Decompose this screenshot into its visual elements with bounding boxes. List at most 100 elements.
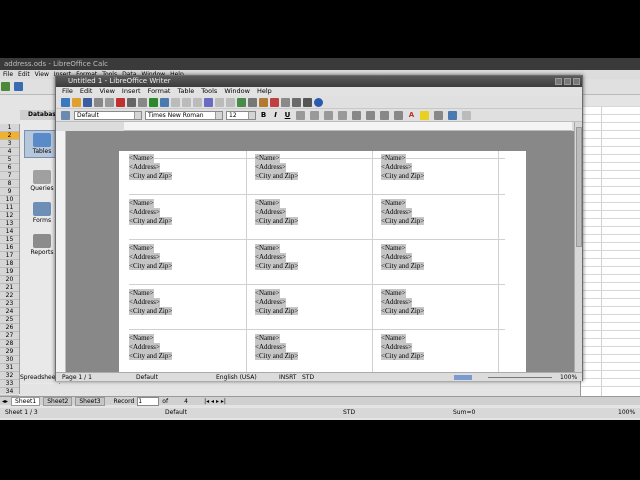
- mail-merge-field-name[interactable]: <Name>: [129, 289, 154, 298]
- row-header[interactable]: 22: [0, 292, 19, 300]
- mail-merge-field-address[interactable]: <Address>: [255, 252, 286, 262]
- calc-menu-view[interactable]: View: [35, 70, 49, 79]
- address-label[interactable]: <Name> <Address> <City and Zip>: [381, 244, 425, 271]
- mail-merge-field-name[interactable]: <Name>: [381, 199, 406, 208]
- mail-merge-field-name[interactable]: <Name>: [255, 244, 280, 253]
- mail-merge-field-city[interactable]: <City and Zip>: [129, 261, 173, 271]
- row-header[interactable]: 21: [0, 284, 19, 292]
- row-header[interactable]: 11: [0, 204, 19, 212]
- font-size-select[interactable]: 12: [226, 110, 256, 120]
- underline-icon[interactable]: U: [283, 111, 292, 120]
- mail-merge-field-city[interactable]: <City and Zip>: [255, 306, 299, 316]
- mail-merge-field-name[interactable]: <Name>: [255, 154, 280, 163]
- new-doc-icon[interactable]: [61, 97, 70, 107]
- row-header[interactable]: 15: [0, 236, 19, 244]
- mail-merge-field-city[interactable]: <City and Zip>: [255, 216, 299, 226]
- nonprinting-icon[interactable]: [303, 97, 312, 107]
- mail-merge-field-city[interactable]: <City and Zip>: [129, 351, 173, 361]
- menu-file[interactable]: File: [62, 87, 73, 96]
- menu-tools[interactable]: Tools: [201, 87, 217, 96]
- row-header[interactable]: 1: [0, 124, 19, 132]
- align-center-icon[interactable]: [310, 110, 319, 120]
- new-icon[interactable]: [1, 82, 10, 91]
- address-label[interactable]: <Name> <Address> <City and Zip>: [255, 334, 299, 361]
- mail-merge-field-address[interactable]: <Address>: [255, 342, 286, 352]
- zoom-slider[interactable]: [488, 377, 552, 378]
- record-input[interactable]: 1: [137, 396, 160, 406]
- row-header[interactable]: 12: [0, 212, 19, 220]
- row-header[interactable]: 20: [0, 276, 19, 284]
- menu-view[interactable]: View: [99, 87, 114, 96]
- row-header[interactable]: 24: [0, 308, 19, 316]
- tab-sheet2[interactable]: Sheet2: [43, 396, 73, 406]
- row-header[interactable]: 3: [0, 140, 19, 148]
- tab-nav-icon[interactable]: ◂▸: [2, 398, 8, 405]
- address-label[interactable]: <Name> <Address> <City and Zip>: [129, 289, 173, 316]
- mail-merge-field-name[interactable]: <Name>: [255, 199, 280, 208]
- clone-icon[interactable]: [204, 97, 213, 107]
- redo-icon[interactable]: [226, 97, 235, 107]
- address-label[interactable]: <Name> <Address> <City and Zip>: [381, 199, 425, 226]
- paste-icon[interactable]: [193, 97, 202, 107]
- mail-merge-field-city[interactable]: <City and Zip>: [129, 171, 173, 181]
- record-nav-icon[interactable]: |◂ ◂ ▸ ▸|: [204, 398, 226, 405]
- tab-sheet3[interactable]: Sheet3: [75, 396, 105, 406]
- row-header[interactable]: 30: [0, 356, 19, 364]
- mail-merge-field-city[interactable]: <City and Zip>: [255, 351, 299, 361]
- background-color-icon[interactable]: [434, 110, 443, 120]
- row-header[interactable]: 6: [0, 164, 19, 172]
- row-header[interactable]: 13: [0, 220, 19, 228]
- status-insert[interactable]: INSRT: [279, 373, 296, 382]
- row-header[interactable]: 28: [0, 340, 19, 348]
- decrease-indent-icon[interactable]: [380, 110, 389, 120]
- address-label[interactable]: <Name> <Address> <City and Zip>: [255, 199, 299, 226]
- datasource-icon[interactable]: [292, 97, 301, 107]
- mail-merge-field-name[interactable]: <Name>: [381, 244, 406, 253]
- row-header[interactable]: 8: [0, 180, 19, 188]
- mail-merge-field-city[interactable]: <City and Zip>: [381, 171, 425, 181]
- edit-icon[interactable]: [105, 97, 114, 107]
- menu-format[interactable]: Format: [148, 87, 171, 96]
- para-left-icon[interactable]: [448, 110, 457, 120]
- autospell-icon[interactable]: [160, 97, 169, 107]
- row-header[interactable]: 27: [0, 332, 19, 340]
- row-header[interactable]: 23: [0, 300, 19, 308]
- row-header[interactable]: 14: [0, 228, 19, 236]
- open-icon[interactable]: [14, 82, 24, 91]
- mail-merge-field-city[interactable]: <City and Zip>: [381, 351, 425, 361]
- pdf-icon[interactable]: [116, 97, 125, 107]
- mail-merge-field-name[interactable]: <Name>: [129, 334, 154, 343]
- styles-icon[interactable]: [61, 110, 70, 120]
- bold-icon[interactable]: B: [259, 111, 268, 120]
- draw-icon[interactable]: [270, 97, 279, 107]
- cut-icon[interactable]: [171, 97, 180, 107]
- mail-merge-field-city[interactable]: <City and Zip>: [381, 306, 425, 316]
- row-header[interactable]: 18: [0, 260, 19, 268]
- row-header[interactable]: 17: [0, 252, 19, 260]
- numbering-icon[interactable]: [352, 110, 361, 120]
- address-label[interactable]: <Name> <Address> <City and Zip>: [255, 289, 299, 316]
- image-icon[interactable]: [259, 97, 268, 107]
- close-icon[interactable]: [573, 78, 580, 85]
- address-label[interactable]: <Name> <Address> <City and Zip>: [381, 334, 425, 361]
- address-label[interactable]: <Name> <Address> <City and Zip>: [381, 154, 425, 181]
- align-left-icon[interactable]: [296, 110, 305, 120]
- mail-merge-field-city[interactable]: <City and Zip>: [381, 216, 425, 226]
- mail-merge-field-address[interactable]: <Address>: [381, 252, 412, 262]
- address-label[interactable]: <Name> <Address> <City and Zip>: [129, 154, 173, 181]
- mail-merge-field-city[interactable]: <City and Zip>: [381, 261, 425, 271]
- row-header[interactable]: 25: [0, 316, 19, 324]
- paragraph-style-select[interactable]: Default: [74, 110, 142, 120]
- mail-merge-field-address[interactable]: <Address>: [129, 252, 160, 262]
- row-header[interactable]: 33: [0, 380, 19, 388]
- address-label[interactable]: <Name> <Address> <City and Zip>: [129, 244, 173, 271]
- mail-merge-field-city[interactable]: <City and Zip>: [129, 306, 173, 316]
- mail-merge-field-address[interactable]: <Address>: [255, 162, 286, 172]
- open-icon[interactable]: [72, 97, 81, 107]
- print-icon[interactable]: [127, 97, 136, 107]
- menu-insert[interactable]: Insert: [122, 87, 141, 96]
- vertical-scrollbar[interactable]: [574, 122, 582, 372]
- font-name-select[interactable]: Times New Roman: [145, 110, 223, 120]
- mail-merge-field-address[interactable]: <Address>: [129, 342, 160, 352]
- highlight-icon[interactable]: [420, 110, 429, 120]
